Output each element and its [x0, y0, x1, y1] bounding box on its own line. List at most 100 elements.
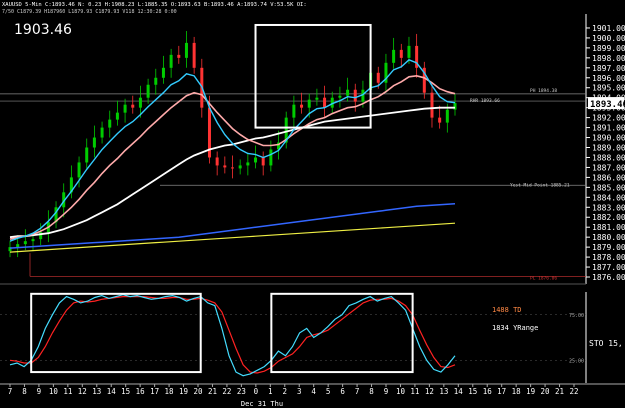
- time-tick-label: 13: [92, 387, 101, 396]
- time-tick-label: 9: [37, 387, 42, 396]
- candle-body: [138, 97, 142, 108]
- candle-body: [438, 117, 442, 123]
- time-tick-label: 21: [555, 387, 564, 396]
- candle-body: [407, 45, 411, 58]
- candle-body: [292, 104, 296, 118]
- candle-body: [146, 84, 150, 98]
- time-tick-label: 16: [136, 387, 146, 396]
- time-tick-label: 20: [541, 387, 551, 396]
- candle-body: [323, 97, 327, 108]
- candle-body: [169, 54, 173, 68]
- candle-body: [161, 67, 165, 78]
- time-tick-label: 12: [78, 387, 87, 396]
- cyan-ema-line: [9, 58, 456, 242]
- candle-body: [108, 119, 112, 128]
- time-tick-label: 14: [454, 387, 464, 396]
- candle-body: [376, 72, 380, 83]
- price-tick-label: 1887.00: [592, 163, 625, 172]
- candle-body: [85, 147, 89, 163]
- time-tick-label: 9: [384, 387, 389, 396]
- candle-body: [154, 77, 158, 85]
- stoch-title: STO 15,: [589, 339, 623, 348]
- time-tick-label: 15: [468, 387, 477, 396]
- time-tick-label: 7: [8, 387, 13, 396]
- candle-body: [353, 89, 357, 102]
- td-annotation: 1488 TD: [492, 306, 522, 314]
- candle-body: [399, 49, 403, 58]
- time-tick-label: 22: [222, 387, 231, 396]
- candle-body: [246, 162, 250, 166]
- last-price-tag-label: 1893.46: [590, 100, 625, 110]
- header-ohlc-line: 7/50 C1879.39 H187960 L1879.93 C1879.93 …: [2, 9, 177, 15]
- time-tick-label: 13: [439, 387, 448, 396]
- time-tick-label: 17: [497, 387, 506, 396]
- price-tick-label: 1885.00: [592, 183, 625, 192]
- time-tick-label: 0: [254, 387, 259, 396]
- blue-ma-line: [9, 203, 456, 249]
- candle-body: [77, 162, 81, 178]
- time-tick-label: 6: [340, 387, 345, 396]
- yest-mid-line-label: Yest Mid Point 1885.21: [510, 182, 570, 188]
- yellow-ma-line: [9, 222, 456, 253]
- price-tick-label: 1886.00: [592, 173, 625, 182]
- candle-body: [16, 244, 20, 248]
- rhr-line-label: RHR 1893.66: [470, 98, 500, 104]
- candle-body: [231, 167, 234, 169]
- time-tick-label: 20: [193, 387, 203, 396]
- candle-body: [307, 99, 311, 108]
- price-tick-label: 1884.00: [592, 193, 625, 202]
- candle-body: [223, 165, 227, 168]
- price-tick-label: 1900.00: [592, 34, 625, 43]
- pl-line-label: PL 1876.06: [530, 275, 557, 281]
- chart-window: XAUUSD 5-Min C:1893.46 N: 0.23 H:1908.23…: [0, 0, 625, 408]
- candle-body: [92, 137, 96, 148]
- time-tick-label: 11: [63, 387, 72, 396]
- header-quote-line: XAUUSD 5-Min C:1893.46 N: 0.23 H:1908.23…: [2, 2, 307, 8]
- price-tick-label: 1896.00: [592, 74, 625, 83]
- stoch-k-line: [9, 294, 456, 377]
- time-tick-label: 14: [107, 387, 117, 396]
- time-tick-label: 3: [297, 387, 302, 396]
- candle-body: [23, 241, 27, 245]
- candle-body: [269, 149, 273, 166]
- candle-body: [215, 157, 219, 166]
- candle-body: [123, 104, 127, 113]
- big-price-label: 1903.46: [14, 22, 72, 38]
- time-tick-label: 21: [208, 387, 217, 396]
- price-tick-label: 1898.00: [592, 54, 625, 63]
- ph-line-label: PH 1894.38: [530, 88, 557, 94]
- candle-body: [338, 95, 342, 98]
- price-tick-label: 1899.00: [592, 44, 625, 53]
- time-tick-label: 1: [268, 387, 273, 396]
- time-tick-label: 5: [326, 387, 331, 396]
- candle-body: [453, 103, 457, 110]
- time-tick-label: 8: [369, 387, 374, 396]
- candle-body: [100, 127, 104, 138]
- price-tick-label: 1901.00: [592, 24, 625, 33]
- time-tick-label: 22: [569, 387, 578, 396]
- candle-body: [392, 49, 396, 63]
- price-tick-label: 1889.00: [592, 144, 625, 153]
- time-tick-label: 16: [483, 387, 493, 396]
- stoch-d-line: [9, 296, 456, 374]
- price-tick-label: 1883.00: [592, 203, 625, 212]
- yrange-annotation: 1834 YRange: [492, 324, 538, 332]
- price-tick-label: 1880.00: [592, 233, 625, 242]
- time-tick-label: 2: [283, 387, 288, 396]
- time-tick-label: 10: [49, 387, 59, 396]
- price-tick-label: 1888.00: [592, 153, 625, 162]
- time-tick-label: 7: [355, 387, 360, 396]
- date-label: Dec 31 Thu: [241, 400, 283, 408]
- price-tick-label: 1895.00: [592, 84, 625, 93]
- candle-body: [115, 112, 119, 120]
- price-tick-label: 1891.00: [592, 124, 625, 133]
- time-tick-label: 4: [311, 387, 316, 396]
- candle-body: [261, 157, 265, 166]
- time-tick-label: 23: [237, 387, 246, 396]
- stoch-level-label: 75.00: [569, 313, 584, 319]
- time-tick-label: 18: [165, 387, 175, 396]
- price-tick-label: 1876.00: [592, 273, 625, 282]
- stoch-level-label: 25.00: [569, 358, 584, 364]
- candle-body: [238, 165, 242, 169]
- time-tick-label: 11: [410, 387, 419, 396]
